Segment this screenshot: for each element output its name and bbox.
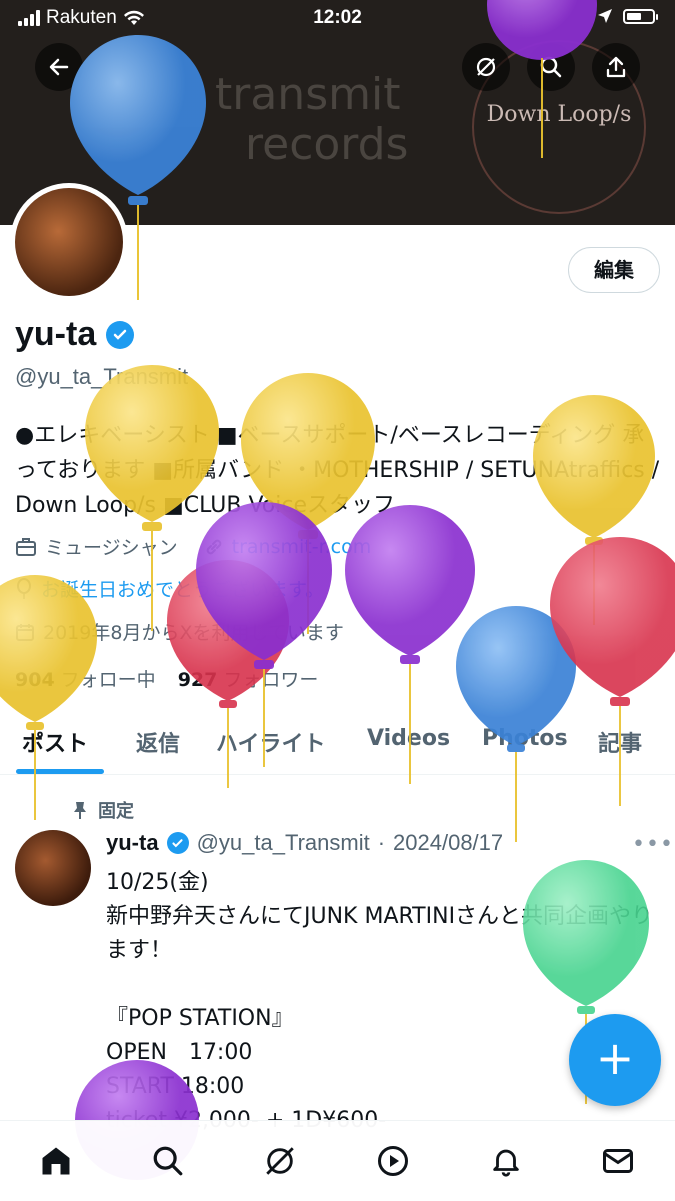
clock: 12:02 bbox=[313, 7, 362, 28]
profile-handle: @yu_ta_Transmit bbox=[15, 364, 189, 389]
joined-label: 2019年8月からXを利用しています bbox=[43, 622, 344, 644]
video-icon[interactable] bbox=[373, 1141, 413, 1181]
profile-avatar[interactable] bbox=[10, 183, 128, 301]
website-link[interactable]: transmit-r.com bbox=[232, 536, 372, 558]
home-icon[interactable] bbox=[36, 1141, 76, 1181]
avatar-image bbox=[15, 188, 123, 296]
edit-profile-button[interactable]: 編集 bbox=[568, 247, 660, 293]
post-separator: · bbox=[377, 830, 386, 855]
profile-meta-row-1: ミュージシャン transmit-r.com bbox=[15, 533, 371, 560]
profile-meta-row-2: お誕生日おめでとうございます。 bbox=[15, 575, 324, 602]
messages-icon[interactable] bbox=[598, 1141, 638, 1181]
post-date[interactable]: 2024/08/17 bbox=[393, 830, 503, 856]
balloon-icon bbox=[17, 577, 31, 599]
post-author-name[interactable]: yu-ta bbox=[106, 830, 159, 856]
tab-replies[interactable]: 返信 bbox=[136, 726, 180, 758]
active-tab-indicator bbox=[16, 769, 104, 774]
compose-post-button[interactable]: + bbox=[569, 1014, 661, 1106]
post-verified-badge-icon bbox=[166, 832, 189, 854]
tab-photos[interactable]: Photos bbox=[482, 726, 568, 751]
followers-label: フォロワー bbox=[223, 669, 319, 691]
following-label: フォロー中 bbox=[60, 669, 156, 691]
following-count: 904 bbox=[15, 669, 55, 691]
battery-icon bbox=[623, 8, 658, 24]
location-icon bbox=[598, 9, 612, 23]
back-button[interactable] bbox=[35, 43, 83, 91]
back-arrow-icon bbox=[49, 58, 69, 76]
search-icon[interactable] bbox=[148, 1141, 188, 1181]
following-link[interactable]: 904 フォロー中 bbox=[15, 665, 156, 692]
tab-videos[interactable]: Videos bbox=[367, 726, 450, 751]
search-button[interactable] bbox=[527, 43, 575, 91]
share-button[interactable] bbox=[592, 43, 640, 91]
profile-meta-row-3: 2019年8月からXを利用しています bbox=[15, 618, 344, 645]
calendar-icon bbox=[16, 623, 34, 641]
profile-name-row: yu-ta bbox=[15, 315, 135, 354]
link-icon bbox=[206, 539, 221, 554]
followers-link[interactable]: 927 フォロワー bbox=[178, 665, 319, 692]
category-label: ミュージシャン bbox=[45, 537, 178, 559]
birthday-item: お誕生日おめでとうございます。 bbox=[15, 575, 324, 602]
logo-text-transmit: transmit bbox=[215, 69, 401, 120]
post-text: 10/25(金) 新中野弁天さんにてJUNK MARTINIさんと共同企画やりま… bbox=[106, 870, 654, 1133]
verified-badge-icon[interactable] bbox=[106, 320, 135, 349]
grok-icon[interactable] bbox=[260, 1141, 300, 1181]
search-icon bbox=[540, 56, 562, 78]
tab-articles[interactable]: 記事 bbox=[598, 726, 642, 758]
status-bar: Rakuten 12:02 bbox=[0, 0, 675, 36]
website-item[interactable]: transmit-r.com bbox=[204, 536, 372, 558]
profile-banner: transmit records Down Loop/s Rakuten 12:… bbox=[0, 0, 675, 225]
profile-name: yu-ta bbox=[15, 315, 97, 353]
briefcase-icon bbox=[16, 537, 36, 556]
follow-stats: 904 フォロー中 927 フォロワー bbox=[15, 665, 318, 692]
pinned-indicator: 固定 bbox=[72, 797, 134, 823]
more-options-icon[interactable]: ••• bbox=[632, 832, 674, 857]
status-right bbox=[597, 8, 658, 24]
profile-tabs: ポスト 返信 ハイライト Videos Photos 記事 bbox=[0, 712, 675, 775]
joined-item: 2019年8月からXを利用しています bbox=[15, 618, 344, 645]
logo-text-downloops: Down Loop/s bbox=[486, 102, 632, 127]
pin-icon bbox=[74, 802, 86, 819]
balloon-yellow-left bbox=[0, 575, 97, 820]
grok-button[interactable] bbox=[462, 43, 510, 91]
logo-text-records: records bbox=[245, 119, 409, 170]
transmit-records-logo: transmit records bbox=[215, 70, 408, 170]
profile-bio: ●エレキベーシスト ■ベースサポート/ベースレコーディング 承っております ■所… bbox=[15, 423, 660, 518]
birthday-link[interactable]: お誕生日おめでとうございます。 bbox=[41, 575, 324, 602]
post-header: yu-ta @yu_ta_Transmit · 2024/08/17 bbox=[106, 830, 503, 856]
category-item: ミュージシャン bbox=[15, 533, 178, 560]
pinned-label: 固定 bbox=[98, 801, 134, 822]
notifications-icon[interactable] bbox=[486, 1141, 526, 1181]
share-icon bbox=[606, 56, 626, 78]
tab-posts[interactable]: ポスト bbox=[22, 726, 88, 758]
bottom-navigation bbox=[0, 1120, 675, 1201]
grok-icon bbox=[476, 57, 496, 77]
post-author-handle: @yu_ta_Transmit bbox=[196, 830, 370, 855]
followers-count: 927 bbox=[177, 669, 218, 691]
tab-highlights[interactable]: ハイライト bbox=[216, 726, 326, 758]
post-author-avatar[interactable] bbox=[15, 830, 91, 906]
